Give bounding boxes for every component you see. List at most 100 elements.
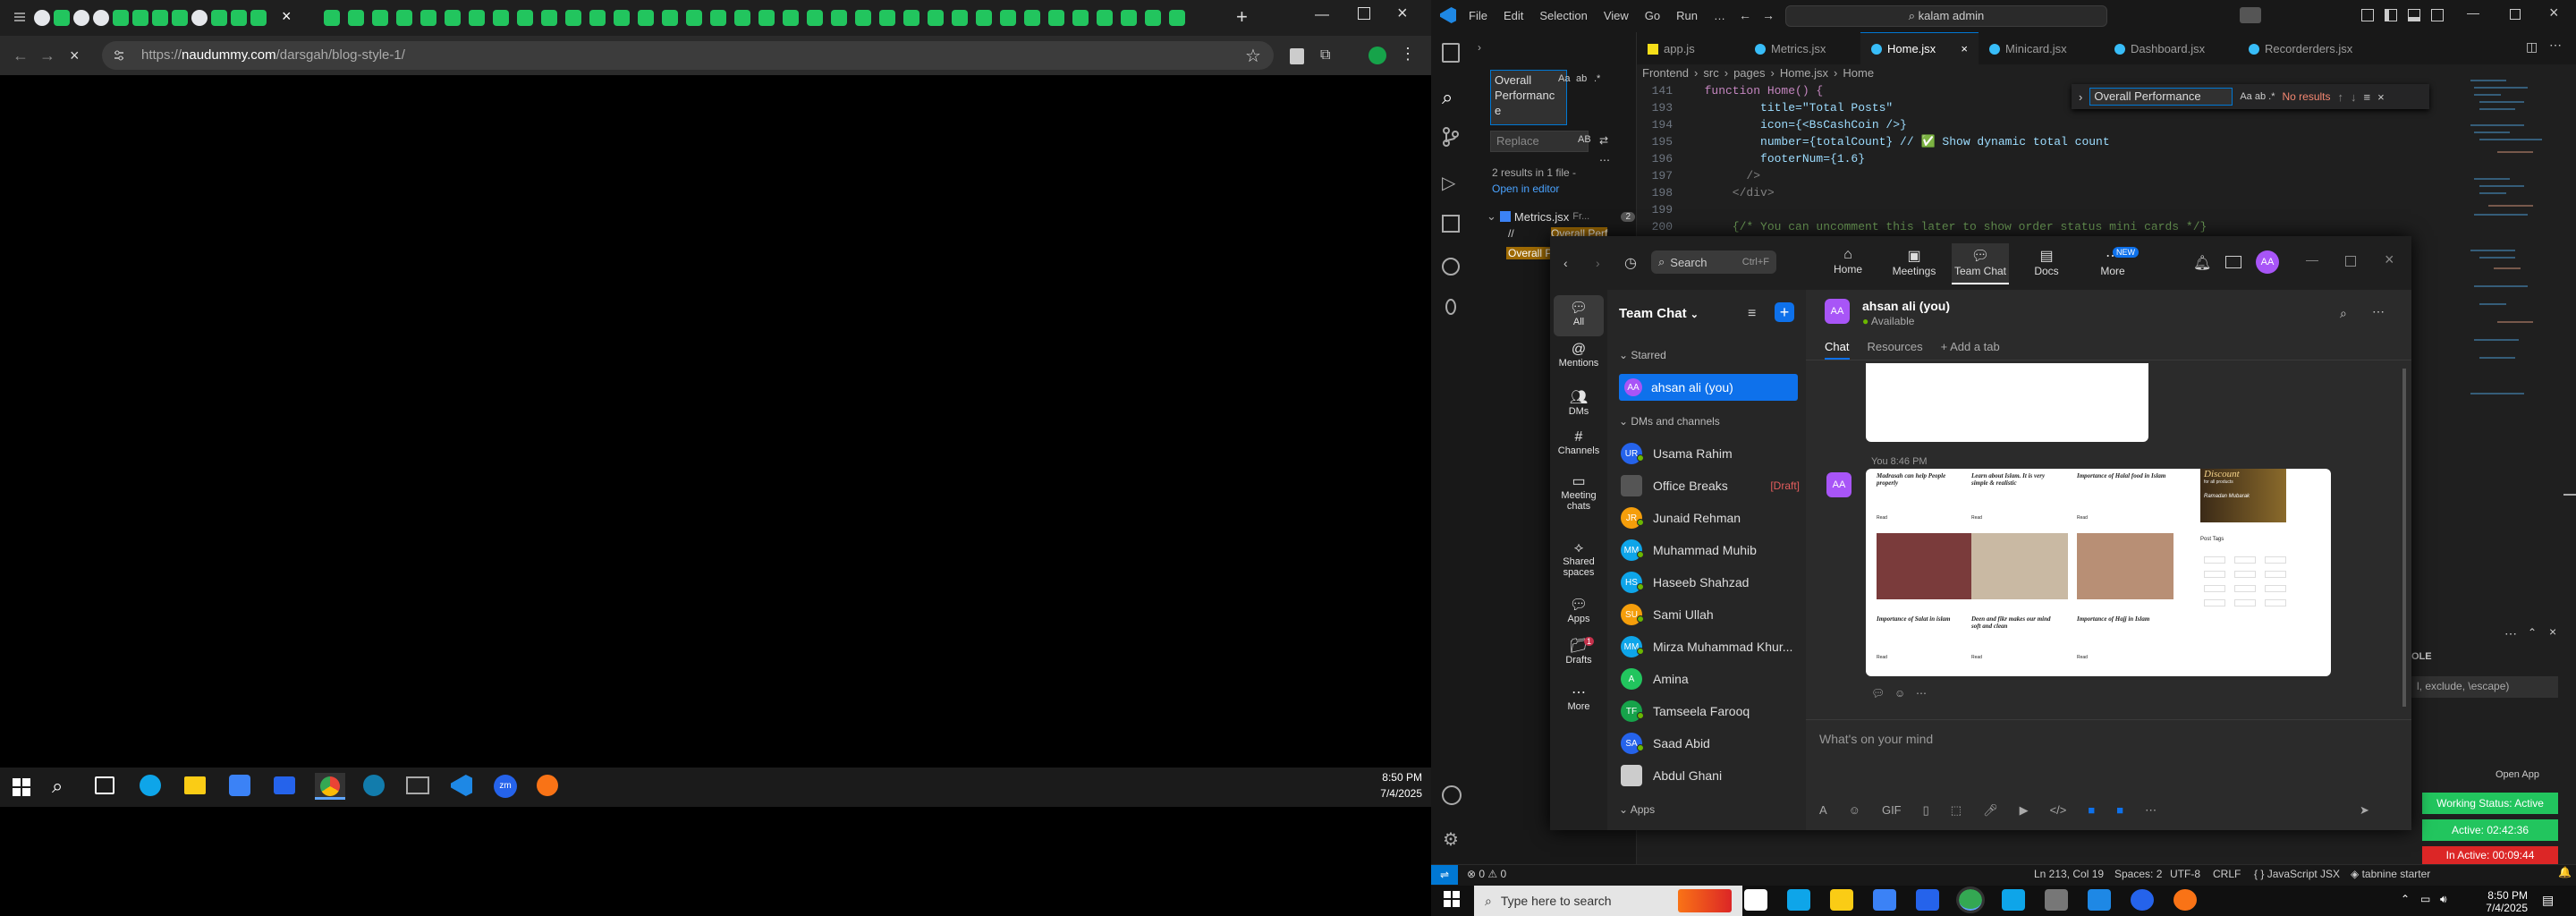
match-word-icon[interactable]: ab — [1576, 73, 1587, 84]
chevron-right-icon[interactable]: › — [1478, 41, 1481, 54]
more-options-icon[interactable]: ⋯ — [1599, 154, 1610, 166]
contact-item[interactable]: SA Saad Abid — [1621, 730, 1800, 757]
copilot-icon[interactable] — [2240, 7, 2261, 23]
chrome-icon[interactable] — [1956, 886, 1985, 913]
tab-favicon[interactable] — [1097, 10, 1113, 26]
chrome-taskbar-button[interactable] — [315, 773, 345, 800]
chat-search-icon[interactable]: ⌕ — [2340, 306, 2347, 321]
minimap[interactable] — [2462, 72, 2569, 411]
breadcrumb-item[interactable]: Home.jsx — [1780, 66, 1828, 80]
terminal-icon[interactable] — [2045, 889, 2068, 911]
tab-favicon[interactable] — [73, 10, 89, 26]
tab-favicon[interactable] — [879, 10, 895, 26]
network-icon[interactable]: ▭ — [2420, 893, 2430, 905]
tab-favicon[interactable] — [445, 10, 461, 26]
tab-favicon[interactable] — [34, 10, 50, 26]
result-match-1[interactable]: // — [1508, 227, 1514, 240]
audio-icon[interactable]: 🎤︎ — [1983, 803, 1998, 818]
starred-section-header[interactable]: ⌄ Starred — [1619, 349, 1666, 361]
panel-maximize-icon[interactable]: ⌃ — [2528, 626, 2537, 639]
task-view-icon[interactable] — [95, 776, 114, 794]
find-options[interactable]: Aa ab .* — [2240, 91, 2275, 102]
open-in-editor-link[interactable]: Open in editor — [1492, 182, 1559, 195]
code-line[interactable]: 196 footerNum={1.6} — [1637, 150, 2442, 167]
apps-section-header[interactable]: ⌄ Apps — [1619, 803, 1655, 816]
tab-favicon[interactable] — [1169, 10, 1185, 26]
react-icon[interactable]: ☺ — [1894, 687, 1905, 700]
tab-favicon[interactable] — [211, 10, 227, 26]
previous-image-message[interactable] — [1866, 363, 2148, 442]
new-tab-icon[interactable]: + — [1236, 5, 1256, 28]
search-view-icon[interactable]: ⌕ — [1442, 86, 1453, 109]
left-nav-apps[interactable]: 💬︎ Apps — [1550, 596, 1607, 624]
more-icon[interactable]: ⋯ — [2145, 803, 2157, 818]
tab-favicon[interactable] — [372, 10, 388, 26]
menu-0[interactable]: File — [1469, 9, 1487, 22]
edge-dev-icon[interactable] — [2002, 889, 2025, 911]
left-nav-all[interactable]: 💬︎ All — [1554, 295, 1604, 336]
back-icon[interactable]: ← — [13, 47, 29, 65]
tab-favicon[interactable] — [1048, 10, 1064, 26]
encoding-setting[interactable]: UTF-8 — [2170, 868, 2200, 880]
nav-back-icon[interactable]: ← — [1739, 8, 1751, 22]
app-icon-2[interactable]: ■ — [2116, 803, 2123, 818]
site-info-icon[interactable] — [113, 49, 125, 62]
edge-icon[interactable] — [1787, 889, 1810, 911]
maximize-icon[interactable] — [1358, 7, 1370, 20]
chat-tab-0[interactable]: Chat — [1825, 340, 1849, 353]
profile-avatar[interactable] — [1368, 47, 1386, 64]
tab-favicon[interactable] — [1072, 10, 1089, 26]
left-nav-dms[interactable]: 👥︎ DMs — [1550, 388, 1607, 417]
browser-tabs[interactable] — [34, 0, 1241, 36]
left-nav-drafts[interactable]: 📁︎ Drafts 1 — [1550, 637, 1607, 666]
tab-favicon[interactable] — [152, 10, 168, 26]
send-icon[interactable]: ➤ — [2360, 803, 2369, 818]
find-expand-icon[interactable]: › — [2079, 90, 2082, 104]
find-prev-icon[interactable]: ↑ — [2338, 90, 2344, 104]
accounts-icon[interactable] — [1442, 785, 1462, 805]
menu-6[interactable]: … — [1714, 9, 1725, 22]
tab-favicon[interactable] — [1000, 10, 1016, 26]
preserve-case-icon[interactable]: AB — [1578, 134, 1591, 145]
command-center[interactable]: ⌕ kalam admin — [1785, 5, 2107, 27]
zoom-icon[interactable] — [2131, 889, 2154, 911]
editor-tab[interactable]: Dashboard.jsx — [2104, 32, 2238, 64]
match-case-icon[interactable]: Aa — [1558, 73, 1570, 84]
code-icon[interactable]: </> — [2050, 803, 2067, 818]
remote-indicator[interactable]: ⇌ — [1431, 865, 1458, 885]
editor-tab-row[interactable]: app.js Metrics.jsx Home.jsx × Minicard.jsx Da… — [1637, 32, 2372, 64]
editor-tab[interactable]: Minicard.jsx — [1979, 32, 2104, 64]
chat-more-icon[interactable]: ⋯ — [2372, 304, 2385, 319]
filter-icon[interactable]: ≡ — [1748, 306, 1756, 322]
new-chat-button[interactable]: + — [1775, 302, 1794, 322]
find-input[interactable]: Overall Performance — [2089, 88, 2233, 106]
editor-tab[interactable]: Recorderders.jsx — [2238, 32, 2372, 64]
extension-icon[interactable] — [1290, 48, 1304, 64]
tab-favicon[interactable] — [493, 10, 509, 26]
menu-4[interactable]: Go — [1645, 9, 1660, 22]
tab-favicon[interactable] — [686, 10, 702, 26]
team-search-box[interactable]: ⌕ Search Ctrl+F — [1651, 250, 1776, 274]
tab-favicon[interactable] — [1121, 10, 1137, 26]
editor-tab[interactable]: app.js — [1637, 32, 1744, 64]
stop-icon[interactable]: × — [70, 47, 80, 65]
tab-favicon[interactable] — [783, 10, 799, 26]
chat-tab-2[interactable]: + Add a tab — [1941, 340, 2000, 353]
tab-favicon[interactable] — [113, 10, 129, 26]
user-avatar[interactable]: AA — [2256, 250, 2279, 274]
tab-favicon[interactable] — [638, 10, 654, 26]
layout-toggle-icon[interactable] — [2361, 9, 2374, 21]
team-close-icon[interactable]: × — [2385, 250, 2394, 269]
gif-icon[interactable]: GIF — [1882, 803, 1902, 818]
team-minimize-icon[interactable]: — — [2306, 252, 2318, 267]
contact-item[interactable]: Abdul Ghani — [1621, 762, 1800, 789]
top-nav-meetings[interactable]: ▣ Meetings — [1885, 243, 1943, 284]
taskbar-search-box[interactable]: ⌕ Type here to search — [1474, 886, 1742, 916]
breadcrumb-item[interactable]: src — [1703, 66, 1718, 80]
tab-favicon[interactable] — [976, 10, 992, 26]
contact-item[interactable]: MM Muhammad Muhib — [1621, 537, 1800, 564]
tab-favicon[interactable] — [469, 10, 485, 26]
chat-scrollbar[interactable] — [2402, 369, 2406, 707]
tabnine-status[interactable]: ◈ tabnine starter — [2351, 868, 2430, 880]
contact-item[interactable]: MM Mirza Muhammad Khur... — [1621, 633, 1800, 660]
